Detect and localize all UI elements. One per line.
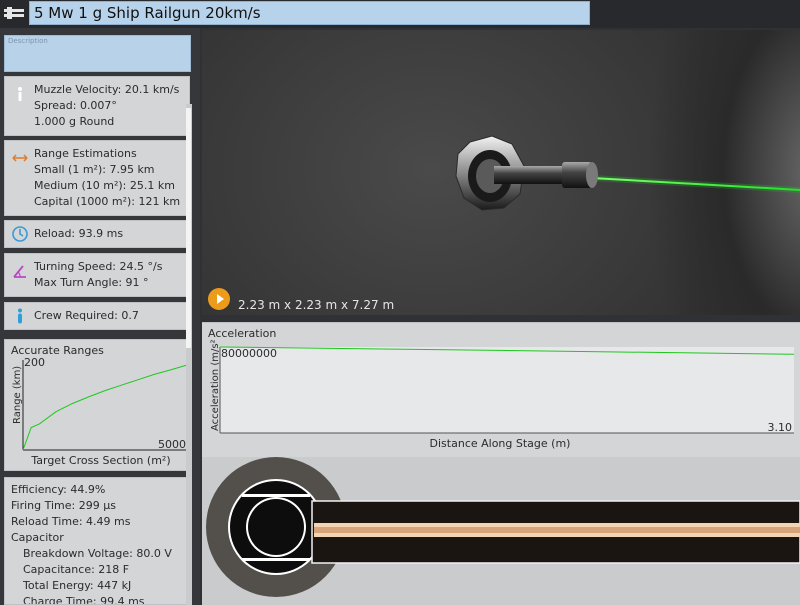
clock-icon: [12, 226, 28, 242]
accurate-ranges-chart: 200 5000 Range (km) Target Cross Section…: [12, 356, 188, 467]
range-estimations-title: Range Estimations: [34, 147, 137, 160]
barrel: [494, 166, 566, 184]
round-mass: 1.000 g Round: [34, 115, 115, 128]
laser-beam: [591, 177, 800, 191]
title-bar: 5 Mw 1 g Ship Railgun 20km/s: [0, 0, 800, 28]
weapon-name-field[interactable]: 5 Mw 1 g Ship Railgun 20km/s: [29, 1, 590, 25]
stats-sidebar: Description Muzzle Velocity: 20.1 km/s S…: [0, 28, 200, 605]
description-label: Description: [8, 37, 48, 45]
bottom-rail: [242, 558, 310, 561]
sidebar-scrollbar-thumb[interactable]: [186, 108, 191, 348]
acceleration-panel: Acceleration 80000000 3.10 Acceleration …: [202, 322, 800, 605]
acceleration-chart: 80000000 3.10 Acceleration (m/s²) Distan…: [210, 339, 795, 450]
total-energy: Total Energy: 447 kJ: [23, 579, 132, 592]
spread: Spread: 0.007°: [34, 99, 117, 112]
muzzle-velocity: Muzzle Velocity: 20.1 km/s: [34, 83, 180, 96]
reload-time: Reload Time: 4.49 ms: [11, 515, 131, 528]
reload-panel: Reload: 93.9 ms: [4, 220, 190, 248]
range-small: Small (1 m²): 7.95 km: [34, 163, 155, 176]
top-rail: [242, 494, 310, 497]
x-max-tick: 5000: [158, 438, 186, 451]
y-max-tick: 80000000: [221, 347, 277, 360]
range-arrows-icon: [12, 154, 28, 162]
reload-value: Reload: 93.9 ms: [34, 227, 124, 240]
range-medium: Medium (10 m²): 25.1 km: [34, 179, 175, 192]
crew-icon: [18, 308, 22, 324]
menu-icon[interactable]: [2, 3, 26, 23]
crew-required: Crew Required: 0.7: [34, 309, 139, 322]
railgun-model: [455, 135, 800, 211]
model-viewport[interactable]: 2.23 m x 2.23 m x 7.27 m: [202, 30, 800, 315]
range-capital: Capital (1000 m²): 121 km: [34, 195, 181, 208]
muzzle-panel: Muzzle Velocity: 20.1 km/s Spread: 0.007…: [4, 76, 190, 136]
x-max-tick: 3.10: [768, 421, 793, 434]
model-dimensions: 2.23 m x 2.23 m x 7.27 m: [238, 298, 395, 312]
breakdown-voltage: Breakdown Voltage: 80.0 V: [23, 547, 172, 560]
y-axis-label: Range (km): [12, 366, 23, 424]
angle-icon: [13, 265, 26, 278]
projectile-bore: [248, 499, 304, 555]
crew-panel: Crew Required: 0.7: [4, 302, 190, 330]
range-panel: Range Estimations Small (1 m²): 7.95 km …: [4, 140, 190, 216]
x-axis-label: Target Cross Section (m²): [30, 454, 170, 467]
x-axis-label: Distance Along Stage (m): [430, 437, 571, 450]
turning-panel: Turning Speed: 24.5 °/s Max Turn Angle: …: [4, 253, 190, 297]
efficiency: Efficiency: 44.9%: [11, 483, 106, 496]
capacitor-heading: Capacitor: [11, 531, 64, 544]
y-axis-label: Acceleration (m/s²): [210, 339, 221, 431]
firing-time: Firing Time: 299 μs: [11, 499, 116, 512]
max-turn-angle: Max Turn Angle: 91 °: [34, 276, 149, 289]
description-field[interactable]: Description: [4, 35, 191, 72]
accurate-ranges-panel: Accurate Ranges 200 5000 Range (km) Targ…: [4, 339, 190, 471]
railgun-cross-section: [202, 457, 800, 605]
charge-time: Charge Time: 99.4 ms: [23, 595, 145, 605]
info-icon: [18, 87, 22, 101]
y-max-tick: 200: [24, 356, 45, 369]
capacitance: Capacitance: 218 F: [23, 563, 130, 576]
turning-speed: Turning Speed: 24.5 °/s: [34, 260, 163, 273]
electrical-stats-panel: Efficiency: 44.9% Firing Time: 299 μs Re…: [4, 477, 190, 605]
play-button[interactable]: [208, 288, 230, 310]
